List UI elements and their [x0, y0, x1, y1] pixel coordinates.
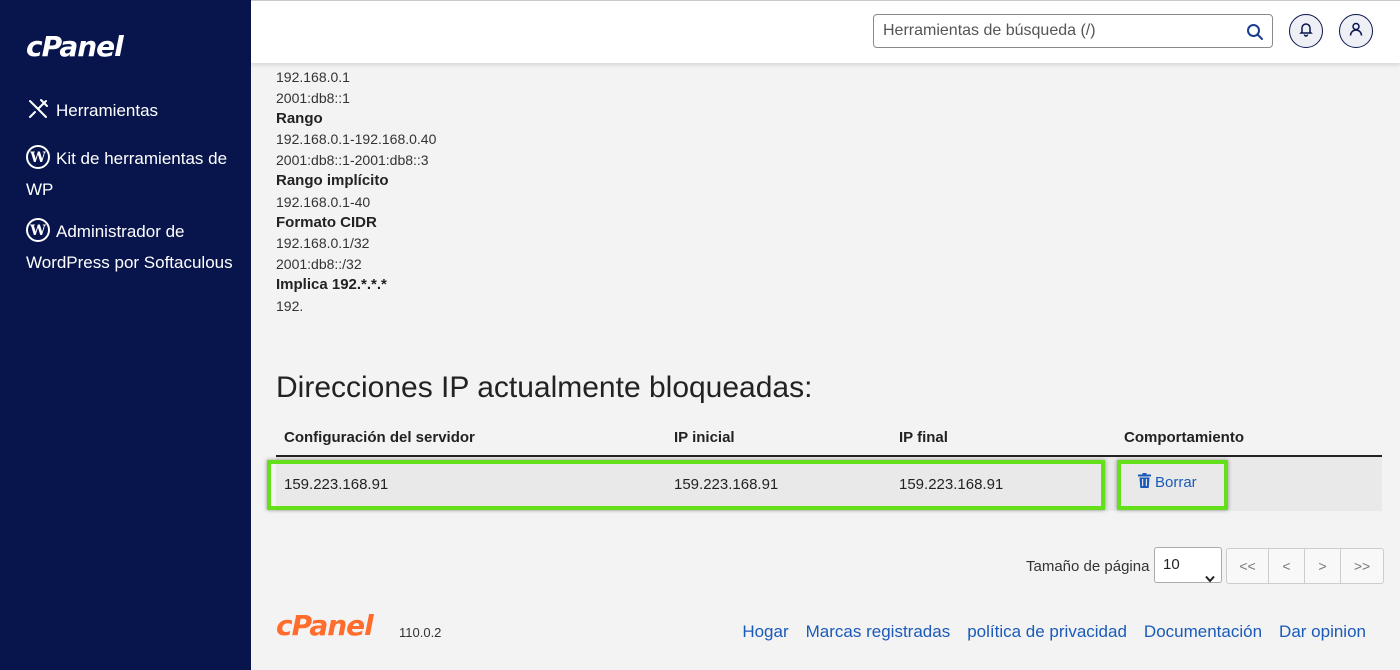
user-menu-button[interactable]	[1339, 14, 1373, 48]
ip-format-examples: Dirección IP única 192.168.0.1 2001:db8:…	[276, 59, 436, 317]
table-header: Configuración del servidor IP inicial IP…	[276, 425, 1382, 457]
footer-links: Hogar Marcas registradas política de pri…	[742, 622, 1366, 642]
sidebar-item-label: Kit de herramientas de WP	[26, 149, 228, 199]
example-line: 192.168.0.1	[276, 69, 350, 85]
example-line: 192.168.0.1-192.168.0.40	[276, 131, 437, 148]
main-content: Dirección IP única 192.168.0.1 2001:db8:…	[251, 0, 1400, 670]
example-line: 2001:db8::/32	[276, 256, 362, 273]
page-size-select[interactable]: 10	[1154, 547, 1222, 583]
bell-icon	[1298, 21, 1314, 42]
tools-icon	[26, 97, 50, 121]
example-line: 2001:db8::1	[276, 89, 350, 106]
notifications-button[interactable]	[1289, 14, 1323, 48]
pagination-controls: << < > >>	[1226, 548, 1384, 584]
sidebar-item-softaculous[interactable]: W Administrador de WordPress por Softacu…	[26, 216, 236, 278]
search-icon[interactable]	[1246, 23, 1264, 41]
delete-button[interactable]: Borrar	[1138, 473, 1197, 492]
user-icon	[1348, 21, 1364, 42]
search-box[interactable]	[873, 14, 1273, 48]
cpanel-logo[interactable]: cPanel	[26, 30, 124, 63]
example-line: 2001:db8::1-2001:db8::3	[276, 152, 429, 169]
blocked-ips-heading: Direcciones IP actualmente bloqueadas:	[276, 371, 813, 404]
example-line: 192.168.0.1-40	[276, 193, 371, 210]
format-title: Rango	[276, 109, 323, 127]
prev-page-button[interactable]: <	[1269, 549, 1305, 583]
first-page-button[interactable]: <<	[1227, 549, 1269, 583]
footer-link-privacy[interactable]: política de privacidad	[967, 622, 1127, 642]
column-header: Comportamiento	[1124, 429, 1244, 446]
top-bar	[251, 1, 1400, 63]
example-line: 192.	[276, 297, 304, 314]
footer-link-docs[interactable]: Documentación	[1144, 622, 1262, 642]
sidebar-item-wp-toolkit[interactable]: W Kit de herramientas de WP	[26, 143, 236, 205]
footer-link-feedback[interactable]: Dar opinion	[1279, 622, 1366, 642]
sidebar-item-label: Administrador de WordPress por Softaculo…	[26, 222, 233, 272]
chevron-down-icon	[1205, 562, 1215, 583]
search-input[interactable]	[874, 15, 1234, 47]
trash-icon	[1138, 473, 1151, 492]
example-line: 192.168.0.1/32	[276, 235, 370, 252]
footer-cpanel-logo: cPanel	[276, 609, 374, 642]
delete-button-label: Borrar	[1155, 474, 1197, 491]
wordpress-icon: W	[26, 145, 50, 169]
format-title: Formato CIDR	[276, 213, 377, 231]
footer-link-home[interactable]: Hogar	[742, 622, 788, 642]
version-label: 110.0.2	[399, 625, 442, 640]
svg-text:W: W	[29, 150, 46, 166]
page-size-value: 10	[1163, 556, 1180, 573]
column-header[interactable]: IP final	[899, 429, 948, 446]
format-title: Implica 192.*.*.*	[276, 275, 387, 293]
format-title: Rango implícito	[276, 171, 389, 189]
sidebar-item-label: Herramientas	[56, 101, 159, 120]
row-highlight-box	[267, 460, 1105, 510]
page-size-label: Tamaño de página	[1026, 558, 1150, 575]
wordpress-icon: W	[26, 218, 50, 242]
column-header[interactable]: Configuración del servidor	[284, 429, 475, 446]
next-page-button[interactable]: >	[1305, 549, 1341, 583]
svg-text:W: W	[29, 223, 46, 239]
footer-link-trademarks[interactable]: Marcas registradas	[806, 622, 951, 642]
column-header[interactable]: IP inicial	[674, 429, 735, 446]
last-page-button[interactable]: >>	[1341, 549, 1383, 583]
sidebar-item-herramientas[interactable]: Herramientas	[26, 95, 158, 126]
sidebar: cPanel Herramientas W Kit de herramienta…	[0, 0, 251, 670]
